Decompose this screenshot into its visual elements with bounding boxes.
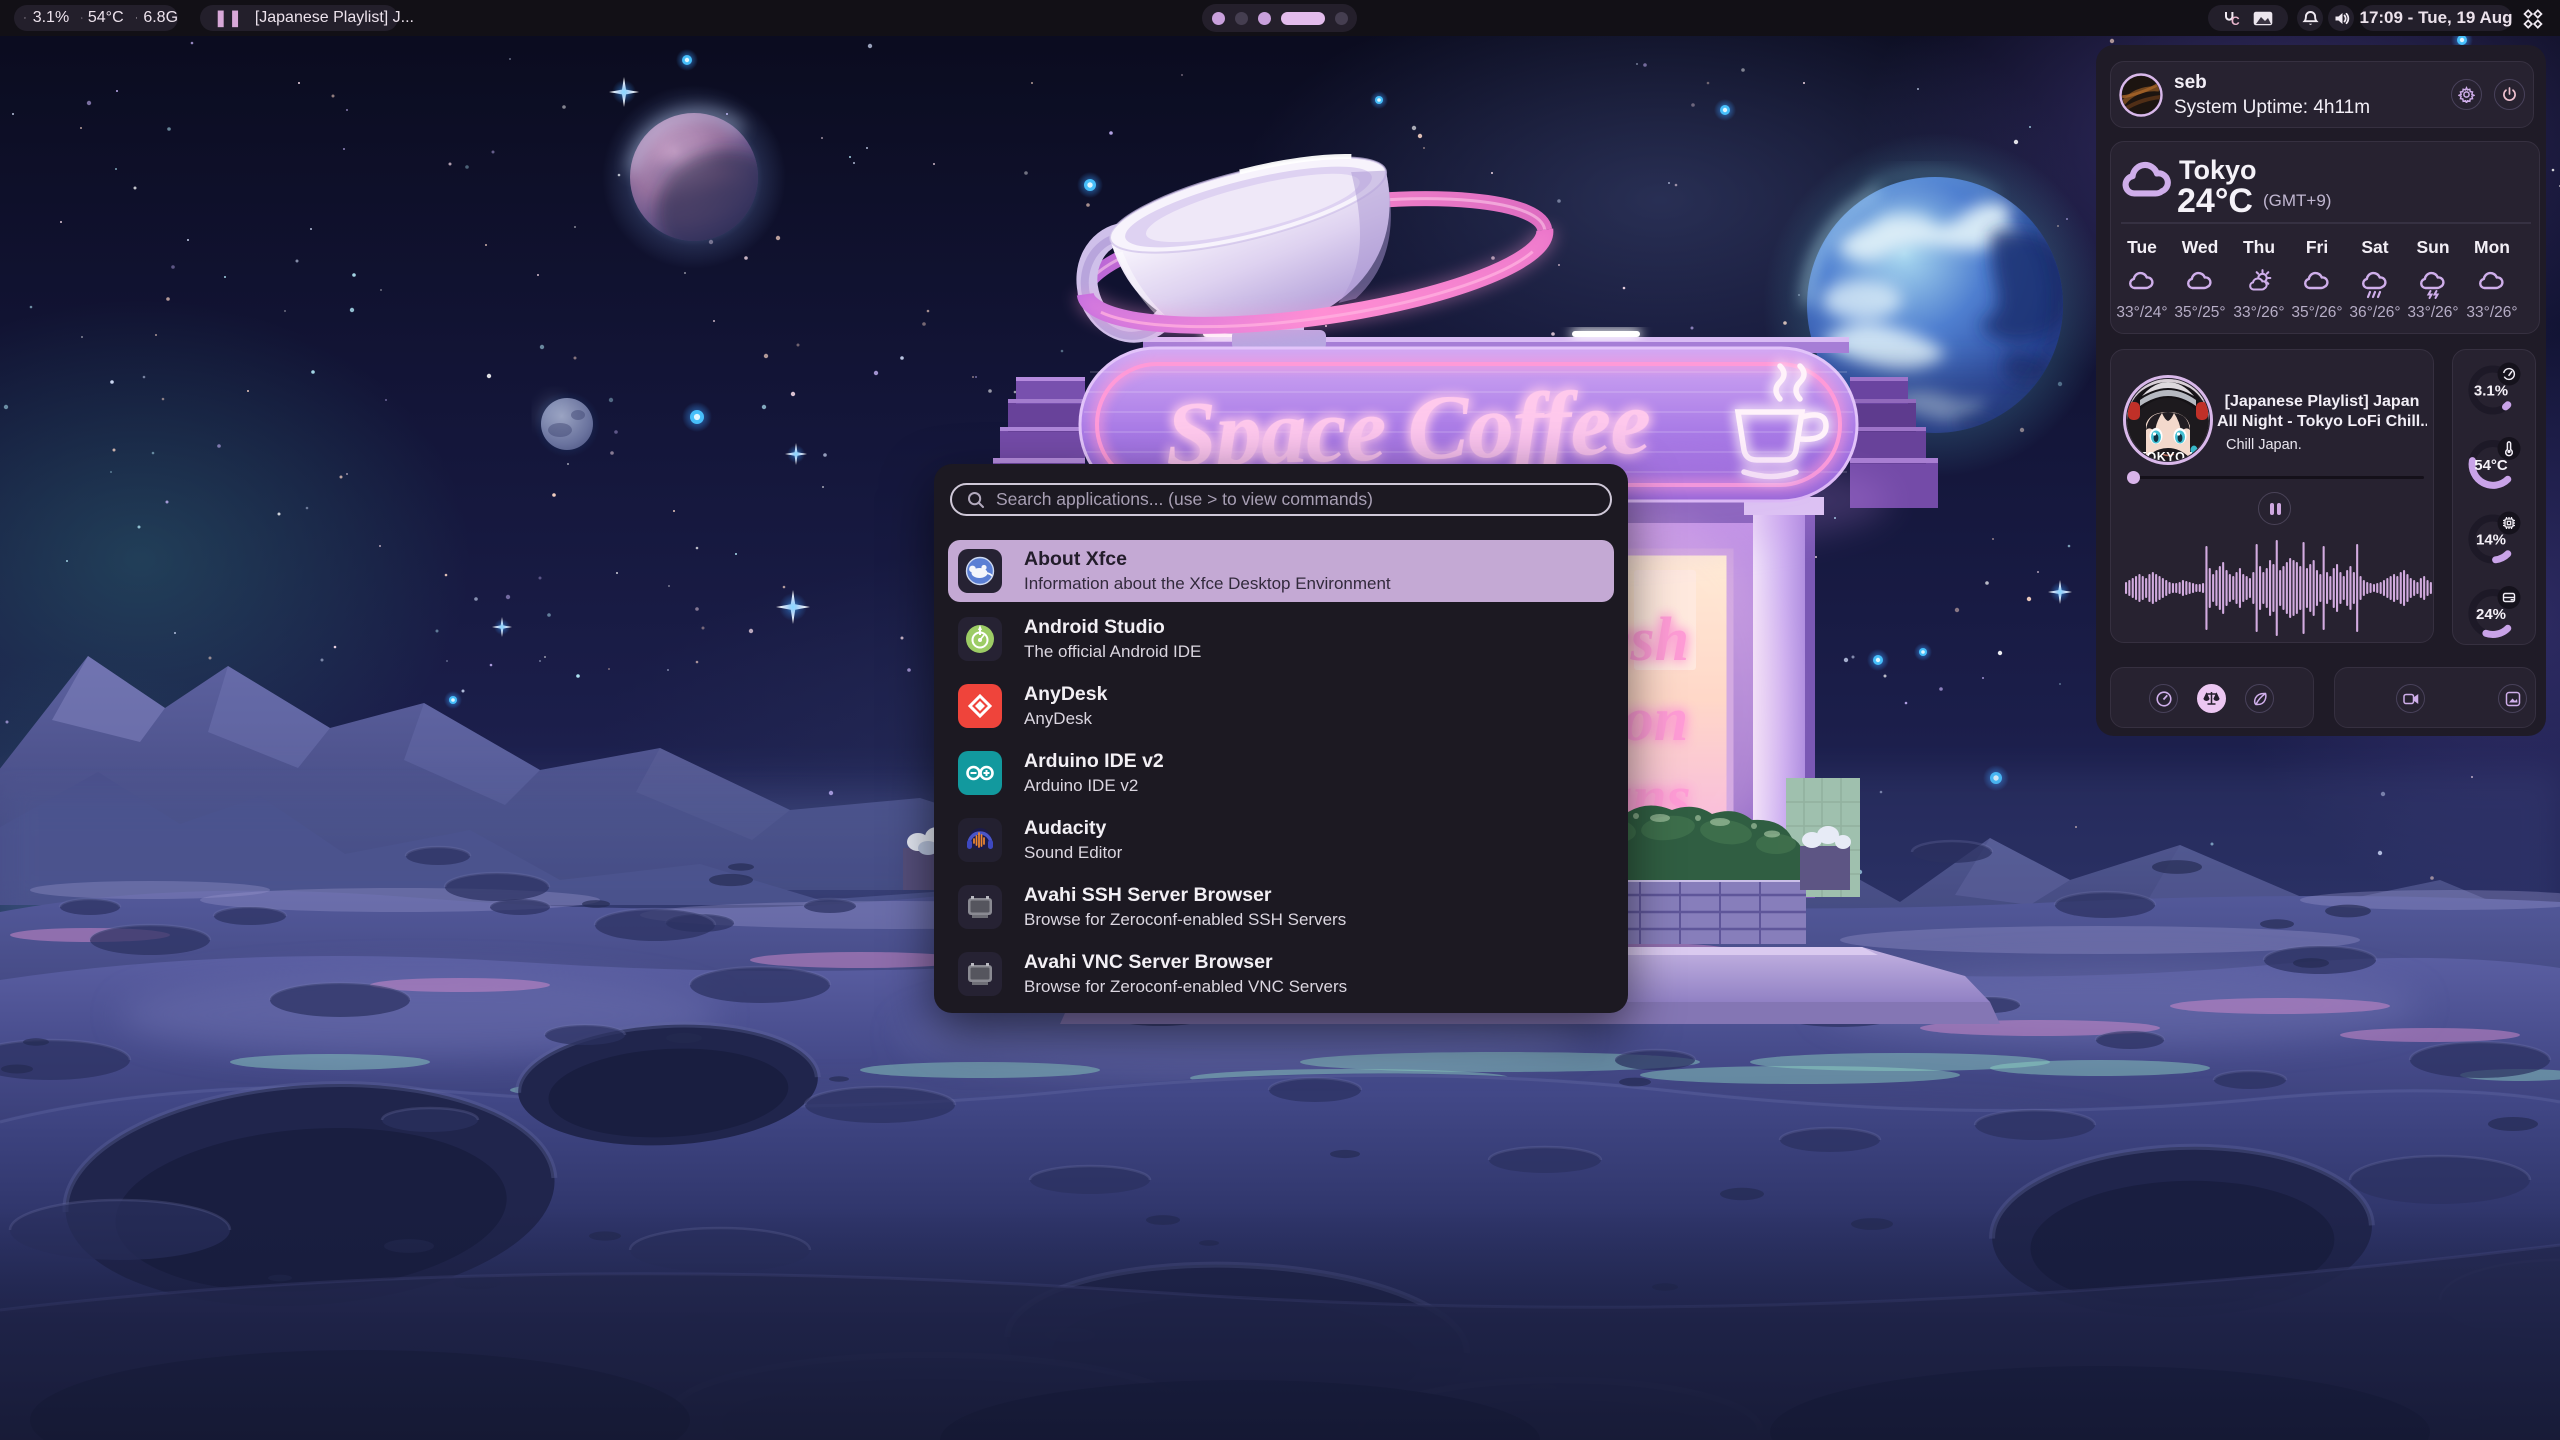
svg-text:C: C xyxy=(2231,14,2240,26)
svg-text:Wed: Wed xyxy=(2182,237,2219,257)
svg-text:33°/24°: 33°/24° xyxy=(2116,304,2167,321)
svg-text:33°/26°: 33°/26° xyxy=(2233,304,2284,321)
svg-text:Sun: Sun xyxy=(2416,237,2449,257)
svg-text:(GMT+9): (GMT+9) xyxy=(2263,191,2331,210)
svg-text:35°/25°: 35°/25° xyxy=(2174,304,2225,321)
svg-text:24%: 24% xyxy=(2476,606,2506,623)
svg-text:3.1%: 3.1% xyxy=(2474,383,2508,400)
svg-text:Thu: Thu xyxy=(2243,237,2275,257)
svg-text:Tokyo: Tokyo xyxy=(2179,155,2257,185)
svg-text:Sat: Sat xyxy=(2361,237,2388,257)
svg-text:Fri: Fri xyxy=(2306,237,2328,257)
svg-text:14%: 14% xyxy=(2476,532,2506,549)
svg-text:24°C: 24°C xyxy=(2177,182,2253,220)
svg-text:Mon: Mon xyxy=(2474,237,2510,257)
svg-text:Tue: Tue xyxy=(2127,237,2157,257)
svg-text:33°/26°: 33°/26° xyxy=(2407,304,2458,321)
svg-text:33°/26°: 33°/26° xyxy=(2466,304,2517,321)
svg-text:35°/26°: 35°/26° xyxy=(2291,304,2342,321)
svg-text:54°C: 54°C xyxy=(2474,457,2508,474)
svg-text:36°/26°: 36°/26° xyxy=(2349,304,2400,321)
